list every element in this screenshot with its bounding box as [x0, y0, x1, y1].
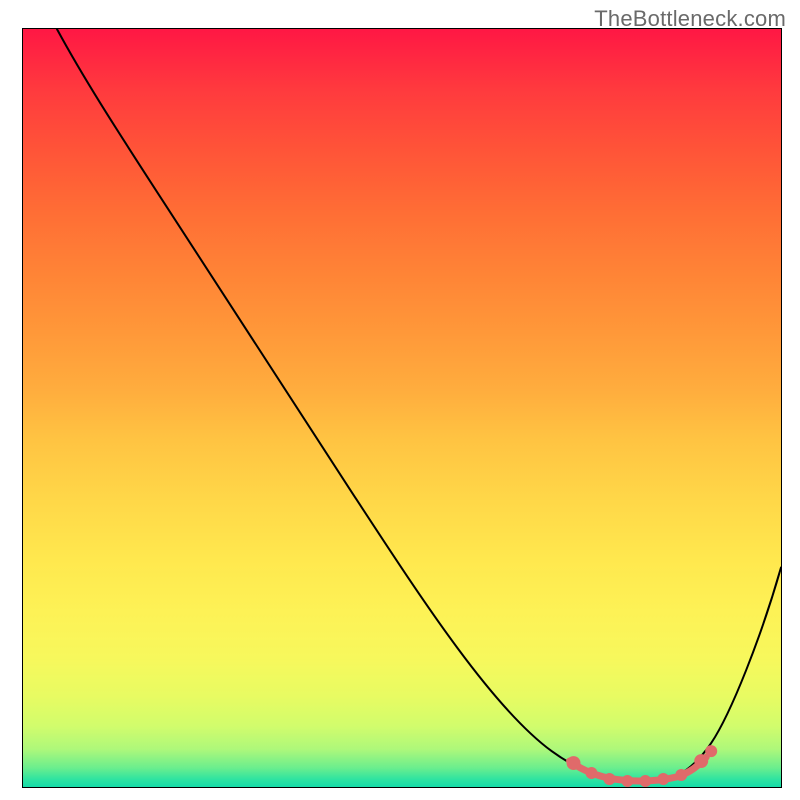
optimal-marker [567, 756, 581, 770]
chart-svg [23, 29, 781, 787]
optimal-marker [675, 769, 687, 781]
optimal-marker [657, 773, 669, 785]
optimal-marker [603, 773, 615, 785]
bottleneck-curve-line [57, 29, 781, 783]
optimal-marker [621, 775, 633, 787]
watermark-text: TheBottleneck.com [594, 6, 786, 32]
optimal-marker [705, 745, 717, 757]
optimal-marker [694, 754, 708, 768]
optimal-marker [586, 767, 598, 779]
optimal-marker [639, 775, 651, 787]
chart-plot-area [22, 28, 782, 788]
